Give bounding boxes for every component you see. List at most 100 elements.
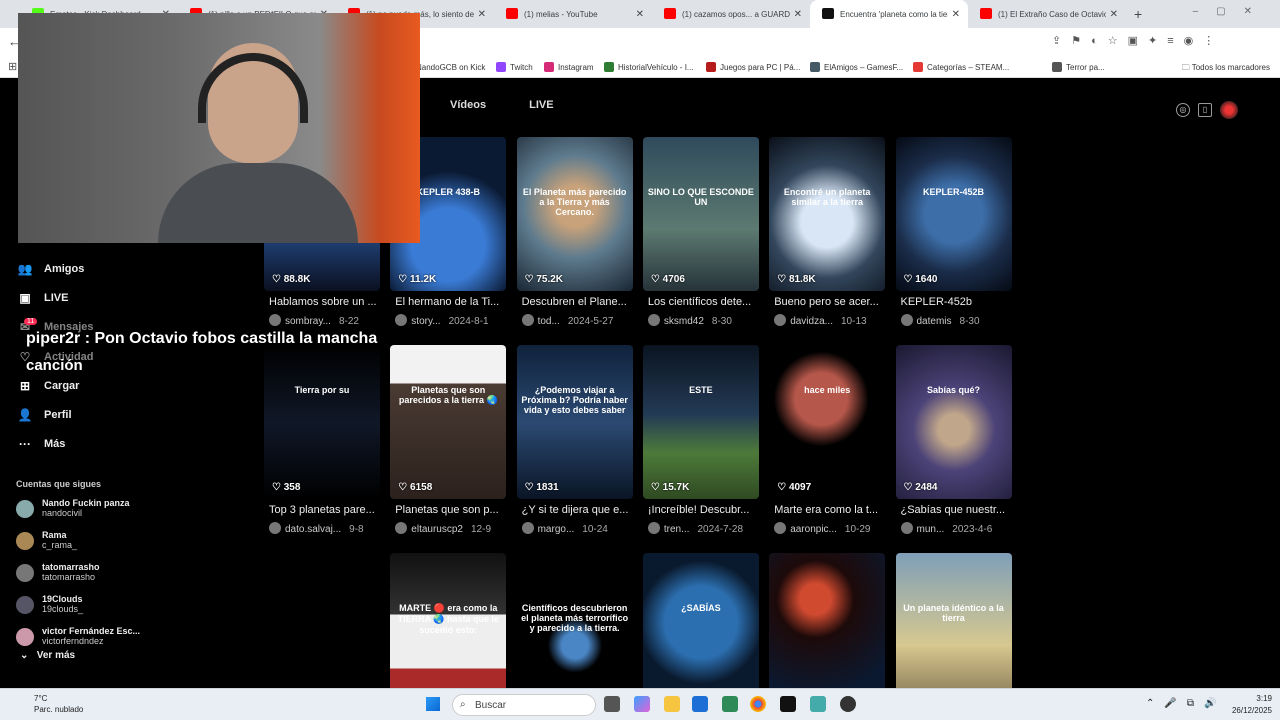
video-thumbnail[interactable]: hace miles ♡ 4097 (769, 345, 886, 499)
video-title[interactable]: El hermano de la Ti... (395, 296, 507, 308)
windows-start-icon[interactable] (426, 697, 440, 711)
video-thumbnail[interactable]: ESTE ♡ 15.7K (642, 345, 759, 499)
sidebar-item-live[interactable]: ▣ LIVE (16, 288, 68, 308)
video-thumbnail[interactable] (264, 553, 380, 707)
video-meta: aaronpic... 10-29 (774, 522, 894, 535)
close-tab-icon[interactable]: ✕ (636, 9, 644, 20)
video-title[interactable]: Hablamos sobre un ... (269, 296, 381, 308)
video-thumbnail[interactable]: Encontré un planeta similar a la tierra ♡… (769, 137, 886, 291)
explorer-icon[interactable] (664, 696, 680, 712)
following-item[interactable]: Rama c_rama_ (16, 530, 77, 550)
bookmark-item[interactable]: Terror pa... (1052, 62, 1105, 72)
browser-tab[interactable]: (1) cazamos opos... a GUARD ✕ (652, 0, 810, 28)
video-thumbnail[interactable] (769, 553, 886, 707)
video-thumbnail[interactable]: KEPLER-452B ♡ 1640 (895, 137, 1012, 291)
video-thumbnail[interactable]: Científicos descubrieron el planeta más … (516, 553, 633, 707)
video-thumbnail[interactable]: ¿SABÍAS (642, 553, 759, 707)
tab-live[interactable]: LIVE (529, 99, 553, 111)
see-more-button[interactable]: ⌄ Ver más (20, 650, 75, 661)
all-bookmarks[interactable]: 🗀 Todos los marcadores (1182, 62, 1270, 76)
following-item[interactable]: Nando Fuckin panza nandocivil (16, 498, 130, 518)
video-author[interactable]: sombray... (285, 316, 331, 327)
clock[interactable]: 3:19 26/12/2025 (1232, 693, 1272, 717)
bookmark-item[interactable]: Categorías – STEAM... (913, 62, 1009, 72)
weather-widget[interactable]: 7°C Parc. nublado (10, 693, 83, 715)
close-tab-icon[interactable]: ✕ (478, 9, 486, 20)
window-controls[interactable]: –▢✕ (1193, 6, 1270, 17)
video-thumbnail[interactable]: Planetas que son parecidos a la tierra 🌏… (390, 345, 507, 499)
toolbar-icons[interactable]: ⇪⚑◐☆▣✦≡◉⋮ (1052, 34, 1224, 47)
video-thumbnail[interactable]: Sabías qué? ♡ 2484 (895, 345, 1012, 499)
tab-videos[interactable]: Vídeos (450, 99, 486, 111)
avatar (16, 532, 34, 550)
bookmark-item[interactable]: Instagram (544, 62, 594, 72)
video-title[interactable]: Planetas que son p... (395, 504, 507, 516)
tiktok-icon[interactable] (780, 696, 796, 712)
video-author[interactable]: tren... (664, 524, 690, 535)
device-icon[interactable]: ▯ (1198, 103, 1212, 117)
video-author[interactable]: datemis (917, 316, 952, 327)
video-thumbnail[interactable]: El Planeta más parecido a la Tierra y má… (516, 137, 633, 291)
video-author[interactable]: aaronpic... (790, 524, 837, 535)
browser-tab[interactable]: (1) melias - YouTube ✕ (494, 0, 652, 28)
video-author[interactable]: tod... (538, 316, 560, 327)
heart-icon: ♡ (903, 482, 916, 493)
bookmark-item[interactable]: Juegos para PC | Pá... (706, 62, 800, 72)
video-author[interactable]: davidza... (790, 316, 833, 327)
video-date: 2024-5-27 (567, 316, 614, 327)
video-title[interactable]: ¿Sabías que nuestr... (901, 504, 1013, 516)
bookmark-item[interactable]: ElAmigos – GamesF... (810, 62, 903, 72)
following-item[interactable]: 19Clouds 19clouds_ (16, 594, 83, 614)
coins-icon[interactable]: ◎ (1176, 103, 1190, 117)
bookmark-item[interactable]: Twitch (496, 62, 533, 72)
like-count: ♡ 6158 (398, 482, 433, 493)
bookmark-favicon-icon (604, 62, 614, 72)
copilot-icon[interactable] (634, 696, 650, 712)
store-icon[interactable] (692, 696, 708, 712)
close-tab-icon[interactable]: ✕ (952, 9, 960, 20)
video-author[interactable]: eltauruscp2 (411, 524, 463, 535)
app-icon[interactable] (810, 696, 826, 712)
video-thumbnail[interactable]: SINO LO QUE ESCONDE UN ♡ 4706 (642, 137, 759, 291)
video-author[interactable]: mun... (917, 524, 945, 535)
taskbar-search[interactable]: ⌕ Buscar (452, 694, 596, 716)
video-author[interactable]: dato.salvaj... (285, 524, 341, 535)
task-view-icon[interactable] (604, 696, 620, 712)
chrome-icon[interactable] (750, 696, 766, 712)
obs-icon[interactable] (840, 696, 856, 712)
close-tab-icon[interactable]: ✕ (1110, 9, 1118, 20)
sidebar-item-friends[interactable]: 👥 Amigos (16, 259, 85, 279)
browser-tab[interactable]: Encuentra 'planeta como la tier ✕ (810, 0, 968, 28)
video-author[interactable]: sksmd42 (664, 316, 704, 327)
system-tray[interactable]: ⌃🎤⧉🔊 (1146, 698, 1226, 709)
video-title[interactable]: ¡Increíble! Descubr... (648, 504, 760, 516)
sidebar-item-upload[interactable]: ⊞ Cargar (16, 376, 80, 396)
video-thumbnail[interactable]: ¿Podemos viajar a Próxima b? Podría habe… (516, 345, 633, 499)
following-item[interactable]: tatomarrasho tatomarrasho (16, 562, 100, 582)
video-thumbnail[interactable]: Tierra por su ♡ 358 (264, 345, 380, 499)
video-title[interactable]: Top 3 planetas pare... (269, 504, 381, 516)
sidebar-item-profile[interactable]: 👤 Perfil (16, 405, 72, 425)
messages-badge: 11 (24, 318, 38, 325)
close-tab-icon[interactable]: ✕ (794, 9, 802, 20)
video-title[interactable]: Marte era como la t... (774, 504, 886, 516)
video-title[interactable]: Los científicos dete... (648, 296, 760, 308)
video-date: 10-24 (582, 524, 608, 535)
sidebar-item-more[interactable]: ··· Más (16, 434, 65, 454)
browser-tab[interactable]: (1) El Extraño Caso de Octavio ✕ (968, 0, 1126, 28)
user-avatar[interactable] (1220, 101, 1238, 119)
video-title[interactable]: Bueno pero se acer... (774, 296, 886, 308)
video-title[interactable]: KEPLER-452b (901, 296, 1013, 308)
following-item[interactable]: victor Fernández Esc... victorferndndez (16, 626, 140, 646)
video-author[interactable]: story... (411, 316, 440, 327)
video-author[interactable]: margo... (538, 524, 575, 535)
video-thumbnail[interactable]: Un planeta idéntico a la tierra (895, 553, 1012, 707)
apps-grid-icon[interactable]: ⊞ (8, 60, 17, 73)
video-thumbnail[interactable]: MARTE 🔴 era como la TIERRA 🌏 hasta que l… (390, 553, 507, 707)
video-title[interactable]: ¿Y si te dijera que e... (522, 504, 634, 516)
new-tab-button[interactable]: + (1134, 6, 1142, 22)
video-title[interactable]: Descubren el Plane... (522, 296, 634, 308)
bookmark-item[interactable]: HistorialVehículo - I... (604, 62, 694, 72)
video-date: 10-29 (844, 524, 871, 535)
xbox-icon[interactable] (722, 696, 738, 712)
